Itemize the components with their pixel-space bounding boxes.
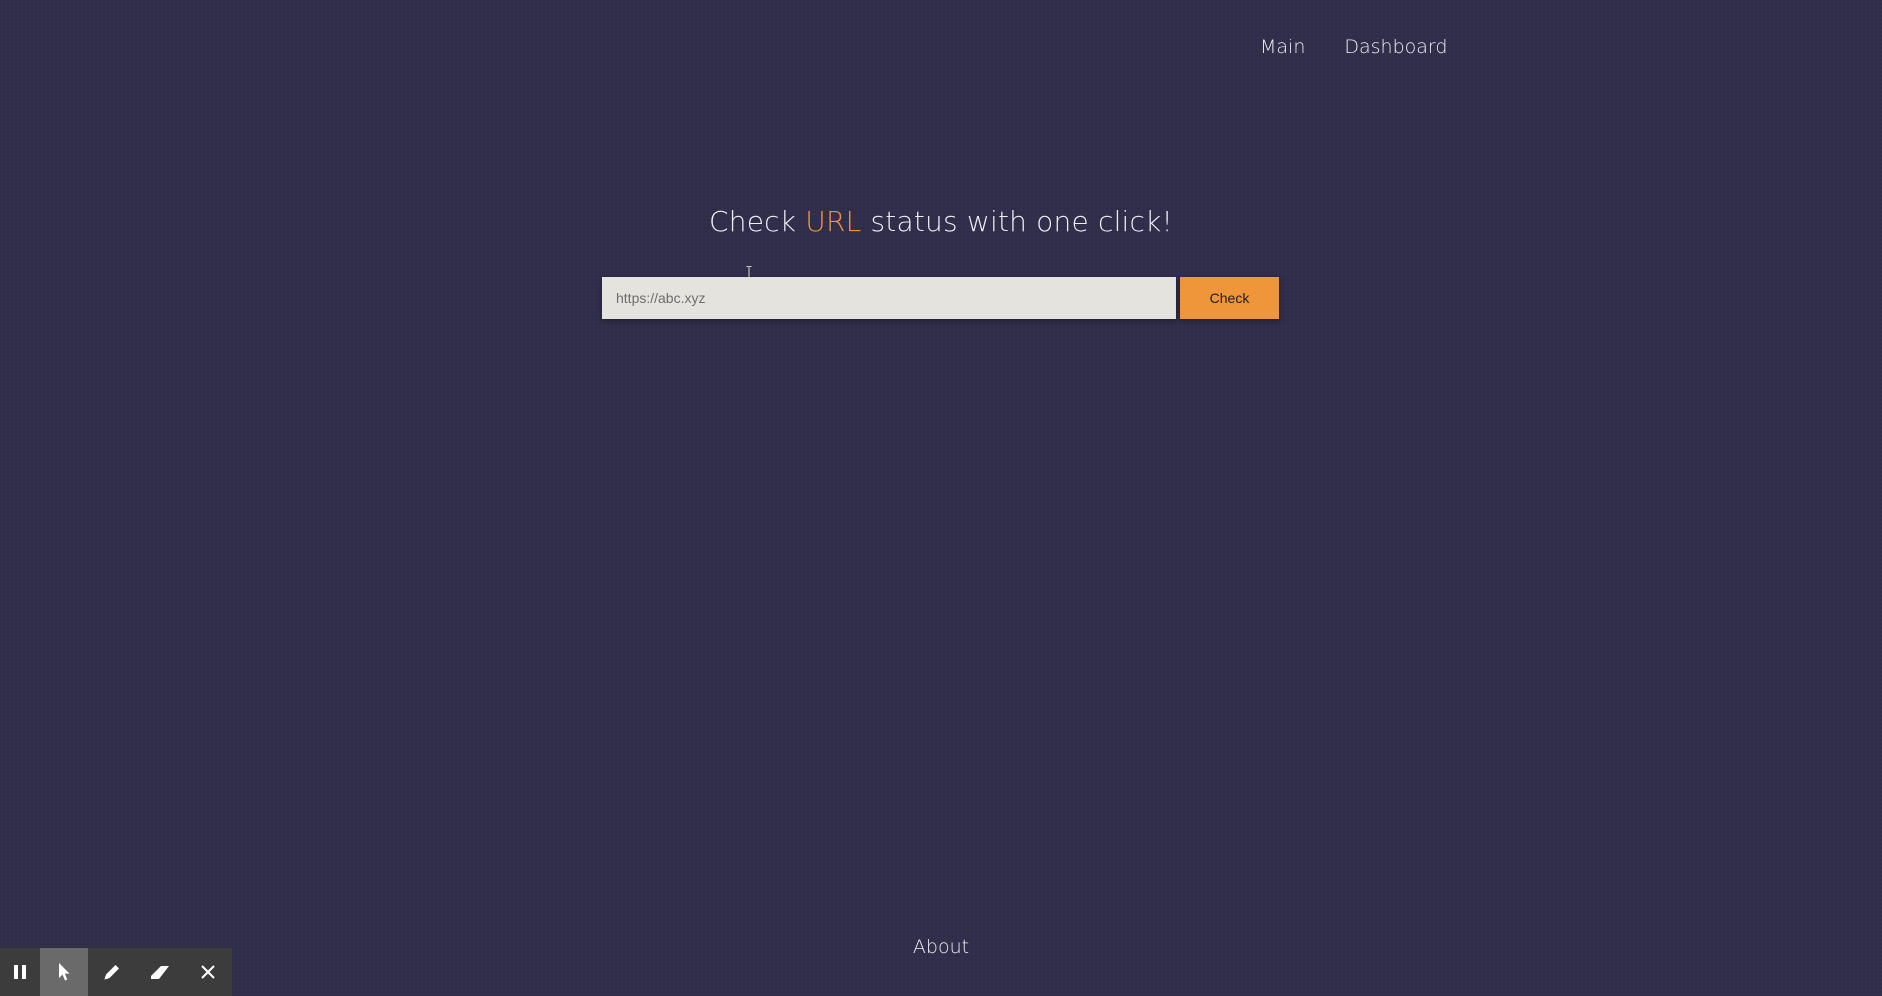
footer: About bbox=[0, 936, 1882, 958]
pause-button[interactable] bbox=[0, 948, 40, 996]
pencil-tool-button[interactable] bbox=[88, 948, 136, 996]
title-before: Check bbox=[709, 205, 806, 238]
pencil-icon bbox=[104, 965, 119, 980]
title-accent: URL bbox=[805, 205, 862, 238]
pointer-icon bbox=[59, 963, 70, 981]
close-toolbar-button[interactable] bbox=[184, 948, 232, 996]
text-cursor-icon bbox=[746, 266, 752, 278]
url-check-form: Check bbox=[602, 277, 1279, 319]
pause-icon bbox=[14, 965, 26, 979]
title-after: status with one click! bbox=[861, 205, 1173, 238]
url-input[interactable] bbox=[602, 277, 1176, 319]
page-title: Check URL status with one click! bbox=[0, 205, 1882, 238]
eraser-icon bbox=[151, 966, 169, 979]
eraser-tool-button[interactable] bbox=[136, 948, 184, 996]
footer-link-about[interactable]: About bbox=[913, 936, 969, 958]
check-button[interactable]: Check bbox=[1180, 277, 1279, 319]
nav-link-dashboard[interactable]: Dashboard bbox=[1344, 36, 1447, 58]
top-nav: Main Dashboard bbox=[1260, 36, 1447, 58]
close-icon bbox=[201, 965, 215, 979]
nav-link-main[interactable]: Main bbox=[1260, 36, 1305, 58]
pointer-tool-button[interactable] bbox=[40, 948, 88, 996]
annotation-toolbar bbox=[0, 948, 232, 996]
